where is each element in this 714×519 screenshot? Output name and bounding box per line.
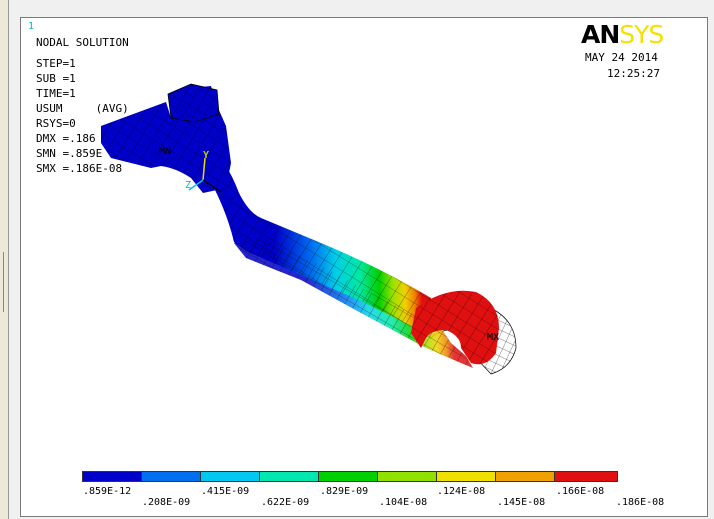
legend-label-10: .186E-08 bbox=[616, 497, 665, 508]
min-marker: MN bbox=[159, 146, 172, 157]
connecting-rod-model bbox=[101, 83, 517, 375]
max-marker: MX bbox=[487, 332, 500, 343]
legend-label-7: .124E-08 bbox=[437, 486, 486, 497]
legend-label-8: .145E-08 bbox=[497, 497, 546, 508]
legend-label-9: .166E-08 bbox=[556, 486, 605, 497]
legend-label-6: .104E-08 bbox=[379, 497, 428, 508]
contour-band-5 bbox=[318, 471, 378, 482]
legend-label-5: .829E-09 bbox=[320, 486, 369, 497]
triad-z-label: Z bbox=[185, 180, 192, 191]
contour-color-bar bbox=[82, 471, 618, 483]
contour-band-3 bbox=[200, 471, 260, 482]
contour-band-2 bbox=[141, 471, 201, 482]
graphics-window[interactable]: 1 ANSYS MAY 24 2014 12:25:27 NODAL SOLUT… bbox=[20, 17, 708, 517]
contour-band-8 bbox=[495, 471, 555, 482]
legend-label-2: .208E-09 bbox=[142, 497, 191, 508]
contour-band-7 bbox=[436, 471, 496, 482]
contour-band-4 bbox=[259, 471, 319, 482]
left-frame-edge bbox=[0, 0, 9, 519]
triad-y-label: Y bbox=[203, 150, 210, 161]
legend-label-3: .415E-09 bbox=[201, 486, 250, 497]
splitter-grip[interactable] bbox=[3, 252, 4, 312]
legend-label-4: .622E-09 bbox=[261, 497, 310, 508]
contour-band-6 bbox=[377, 471, 437, 482]
contour-band-1 bbox=[82, 471, 142, 482]
contour-band-9 bbox=[554, 471, 618, 482]
legend-label-1: .859E-12 bbox=[83, 486, 132, 497]
